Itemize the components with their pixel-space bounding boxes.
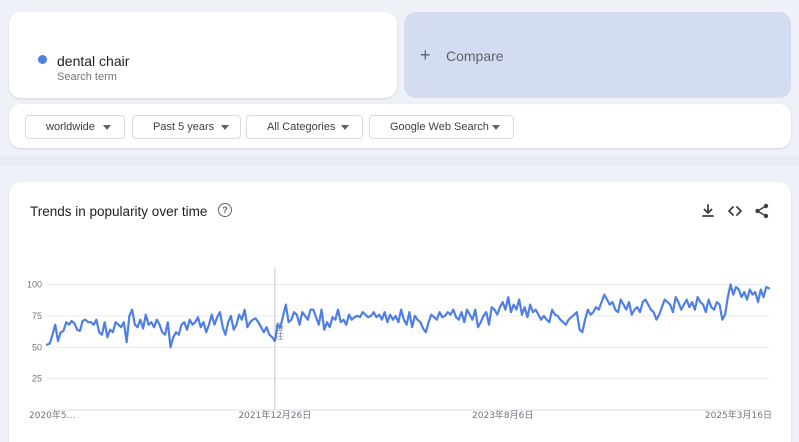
x-tick-label: 2023年8月6日 [472,409,533,421]
search-type-dropdown-label: Google Web Search [390,121,489,133]
y-tick-label-25: 25 [32,374,42,384]
y-tick-label-50: 50 [32,342,42,352]
section-divider [0,156,799,166]
time-range-dropdown[interactable]: Past 5 years [132,115,241,139]
chevron-down-icon [341,125,349,130]
time-range-dropdown-label: Past 5 years [153,121,215,133]
x-tick-label: 2025年3月16日 [705,409,772,421]
compare-button[interactable]: + Compare [404,12,791,98]
interest-over-time-card: Trends in popularity over time ? 25 50 75 1… [9,182,791,442]
search-term-name[interactable]: dental chair [57,53,129,69]
category-dropdown-label: All Categories [267,121,336,133]
chevron-down-icon [103,125,111,130]
region-dropdown-label: worldwide [46,121,95,133]
x-tick-label: 2020年5… [29,409,76,421]
chevron-down-icon [492,125,500,130]
x-tick-label: 2021年12月26日 [238,409,311,421]
y-tick-label-75: 75 [32,311,42,321]
plus-icon: + [420,45,431,65]
category-dropdown[interactable]: All Categories [246,115,363,139]
search-term-color-dot [38,55,47,64]
y-tick-label-100: 100 [27,280,42,290]
search-term-card[interactable]: dental chair Search term [9,12,397,98]
search-term-subtitle: Search term [57,71,117,83]
filter-bar: worldwide Past 5 years All Categories Go… [9,104,791,148]
search-type-dropdown[interactable]: Google Web Search [369,115,514,139]
trend-line-chart: 255075100备注2020年5… 2021年12月26日 2023年8月6日 20… [27,268,772,421]
region-dropdown[interactable]: worldwide [25,115,125,139]
compare-label: Compare [446,48,504,64]
chevron-down-icon [221,125,229,130]
